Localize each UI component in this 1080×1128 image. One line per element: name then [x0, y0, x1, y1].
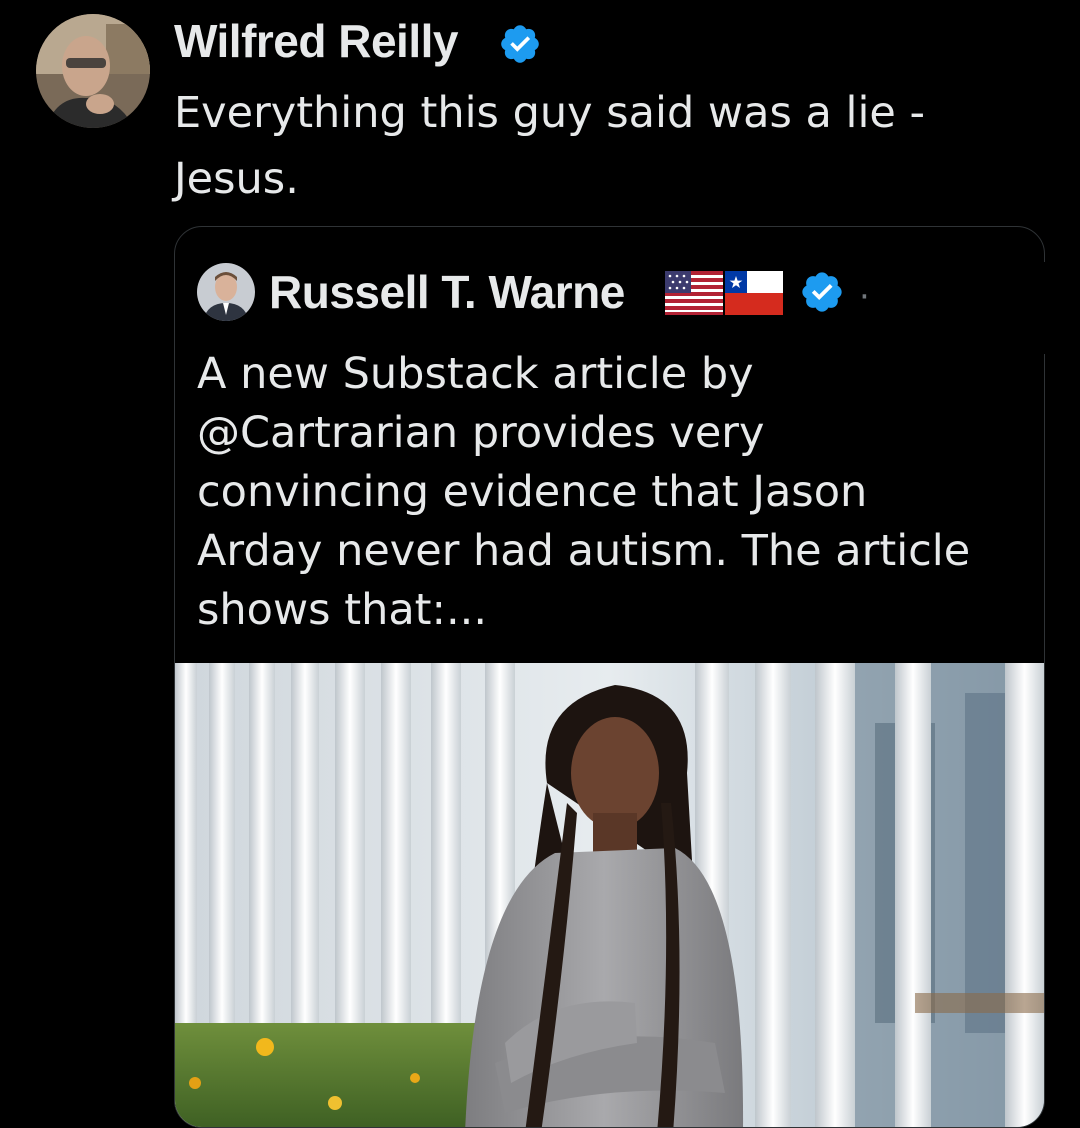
- us-flag-icon: [665, 271, 723, 315]
- photo-image: [175, 663, 1044, 1127]
- redacted-area: [560, 18, 1075, 74]
- avatar-image: [36, 14, 150, 128]
- separator-dot: ·: [859, 277, 870, 317]
- tweet-text: Everything this guy said was a lie - Jes…: [174, 88, 926, 204]
- verified-badge-icon: [802, 272, 842, 312]
- redacted-area: [872, 262, 1080, 354]
- quoted-author-avatar[interactable]: [197, 263, 255, 321]
- author-avatar[interactable]: [36, 14, 150, 128]
- quoted-avatar-image: [197, 263, 255, 321]
- author-name[interactable]: Wilfred Reilly: [174, 14, 458, 68]
- quoted-tweet-card[interactable]: Russell T. Warne · A new Substack articl…: [174, 226, 1045, 1128]
- quoted-author-name[interactable]: Russell T. Warne: [269, 265, 625, 319]
- verified-badge-icon: [501, 25, 539, 63]
- chile-flag-icon: [725, 271, 783, 315]
- quoted-tweet-text: A new Substack article by @Cartrarian pr…: [197, 349, 971, 635]
- quoted-tweet-media[interactable]: [175, 663, 1044, 1127]
